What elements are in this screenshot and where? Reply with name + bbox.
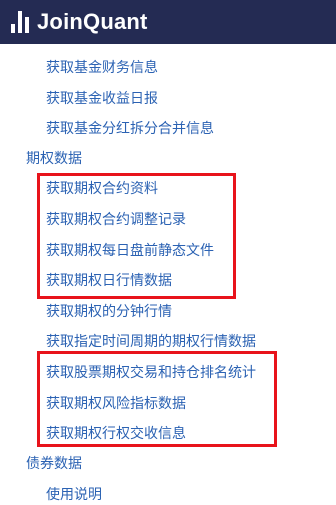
nav-item-fund-daily-return[interactable]: 获取基金收益日报 bbox=[46, 89, 158, 109]
nav-group-options-data[interactable]: 期权数据 bbox=[26, 149, 82, 169]
highlight-box-options-group-2 bbox=[37, 351, 277, 447]
joinquant-logo-icon bbox=[10, 11, 30, 33]
brand-name: JoinQuant bbox=[37, 9, 148, 34]
top-header: JoinQuant bbox=[0, 0, 336, 44]
nav-item-fund-dividend-split[interactable]: 获取基金分红拆分合并信息 bbox=[46, 119, 214, 139]
nav-item-fund-financial-info[interactable]: 获取基金财务信息 bbox=[46, 58, 158, 78]
nav-item-option-minute-quotes[interactable]: 获取期权的分钟行情 bbox=[46, 302, 172, 322]
nav-item-option-period-quotes[interactable]: 获取指定时间周期的期权行情数据 bbox=[46, 332, 256, 352]
nav-group-bond-data[interactable]: 债券数据 bbox=[26, 454, 82, 474]
nav-item-usage-notes[interactable]: 使用说明 bbox=[46, 485, 102, 505]
joinquant-logo[interactable]: JoinQuant bbox=[10, 9, 148, 35]
highlight-box-options-group-1 bbox=[37, 173, 236, 299]
